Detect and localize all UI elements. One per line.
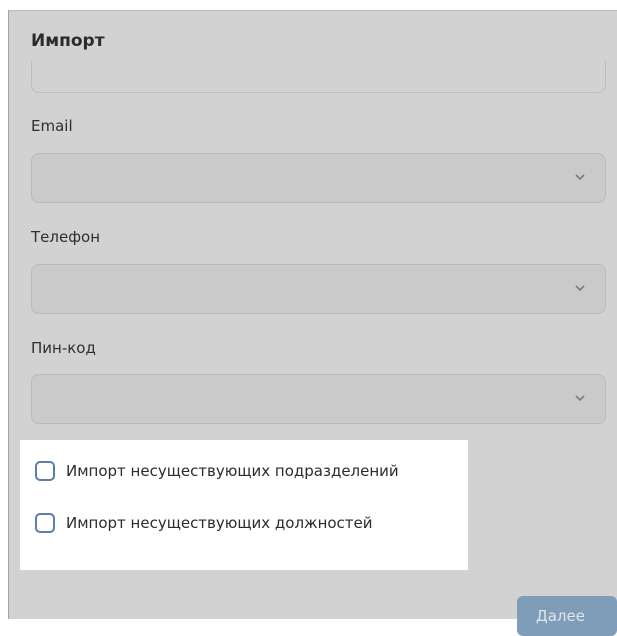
email-label: Email — [31, 117, 73, 135]
email-select[interactable] — [31, 153, 606, 203]
import-departments-label: Импорт несуществующих подразделений — [66, 462, 399, 480]
import-departments-checkbox[interactable] — [35, 461, 55, 481]
phone-select[interactable] — [31, 264, 606, 314]
import-options-panel: Импорт несуществующих подразделений Импо… — [20, 440, 468, 570]
dialog-title: Импорт — [31, 31, 105, 51]
chevron-down-icon — [575, 285, 585, 292]
pin-label: Пин-код — [31, 339, 96, 357]
chevron-down-icon — [575, 174, 585, 181]
chevron-down-icon — [575, 395, 585, 402]
import-dialog: Импорт Email Телефон Пин-код Импорт несу… — [8, 10, 617, 636]
next-button[interactable]: Далее — [517, 596, 617, 636]
previous-select-field[interactable] — [31, 61, 606, 93]
import-positions-checkbox[interactable] — [35, 513, 55, 533]
import-departments-option[interactable]: Импорт несуществующих подразделений — [35, 459, 399, 483]
import-positions-label: Импорт несуществующих должностей — [66, 514, 373, 532]
pin-select[interactable] — [31, 374, 606, 424]
import-positions-option[interactable]: Импорт несуществующих должностей — [35, 511, 373, 535]
phone-label: Телефон — [31, 228, 101, 246]
